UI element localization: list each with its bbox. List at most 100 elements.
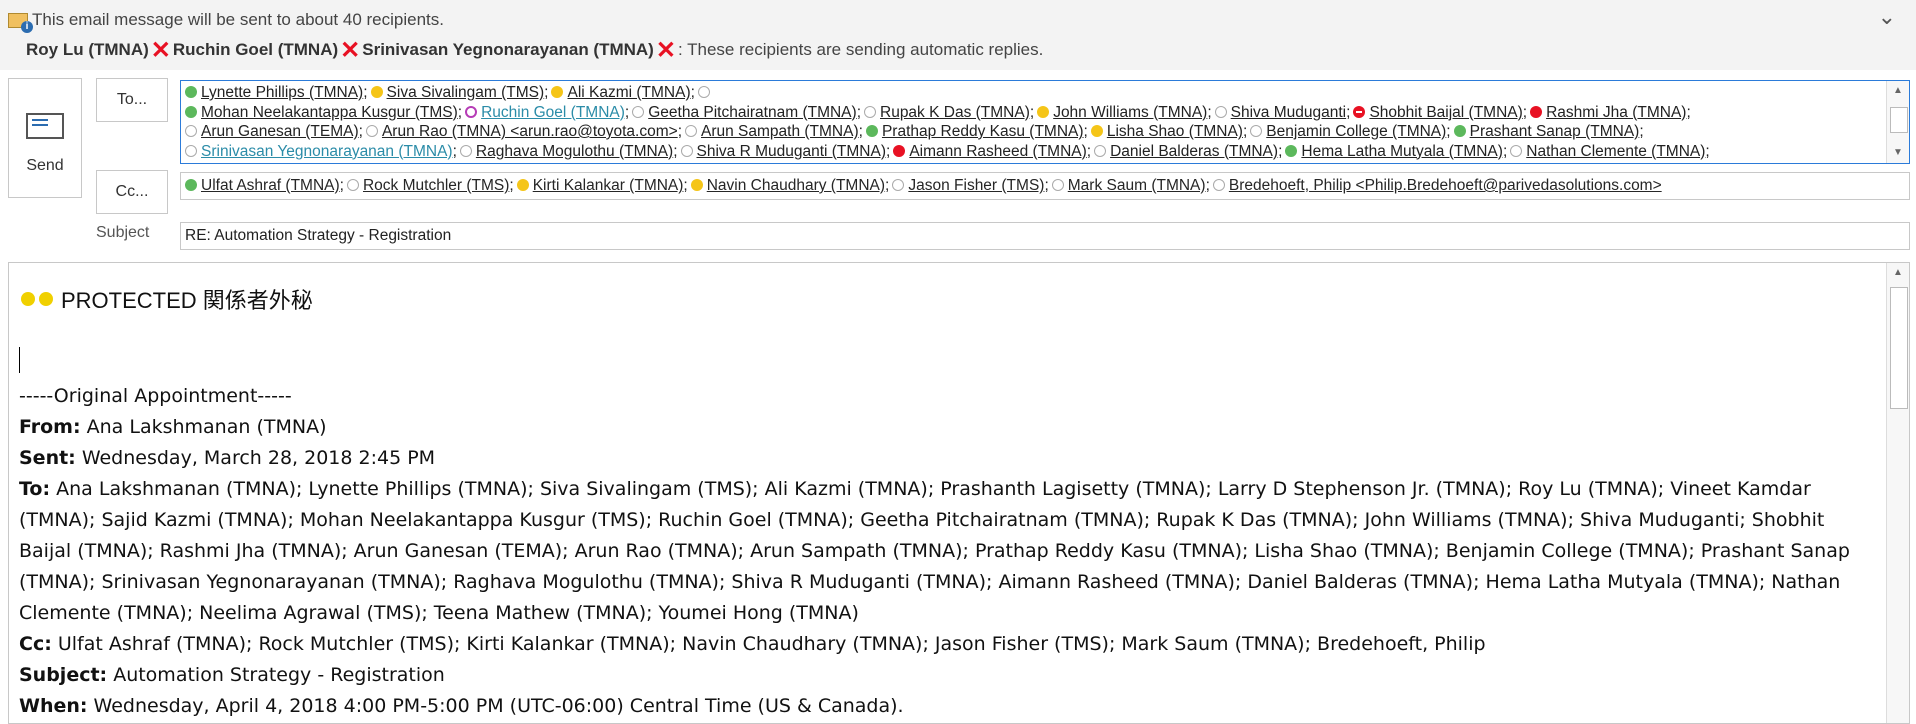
auto-reply-text: : These recipients are sending automatic… bbox=[677, 40, 1044, 59]
presence-offline-icon bbox=[1510, 144, 1523, 157]
recipient-chip[interactable]: Shiva Muduganti; bbox=[1214, 103, 1350, 123]
recipient-chip[interactable]: Ruchin Goel (TMNA); bbox=[465, 103, 629, 123]
recipient-name: Benjamin College (TMNA) bbox=[1266, 123, 1447, 140]
send-button[interactable]: Send bbox=[8, 78, 82, 198]
original-appointment: -----Original Appointment----- From: Ana… bbox=[19, 381, 1869, 722]
send-envelope-icon bbox=[26, 113, 64, 139]
to-field[interactable]: Lynette Phillips (TMNA); Siva Sivalingam … bbox=[180, 80, 1910, 164]
auto-reply-name[interactable]: Roy Lu (TMNA) bbox=[26, 40, 149, 60]
scroll-thumb[interactable] bbox=[1890, 287, 1908, 409]
recipient-chip[interactable]: Benjamin College (TMNA); bbox=[1250, 122, 1451, 142]
classification-text: PROTECTED 関係者外秘 bbox=[61, 288, 313, 313]
auto-reply-name[interactable]: Srinivasan Yegnonarayanan (TMNA) bbox=[362, 40, 654, 60]
recipient-name: Hema Latha Mutyala (TMNA) bbox=[1301, 142, 1503, 160]
presence-offline-icon bbox=[1212, 179, 1225, 191]
scroll-up-arrow-icon[interactable]: ▲ bbox=[1887, 263, 1909, 283]
recipient-chip[interactable]: Navin Chaudhary (TMNA); bbox=[690, 176, 889, 195]
presence-away-icon bbox=[1090, 125, 1103, 137]
recipient-chip[interactable]: Rock Mutchler (TMS); bbox=[346, 176, 514, 195]
presence-offline-icon bbox=[685, 125, 697, 137]
to-field-scrollbar[interactable]: ▲ ▼ bbox=[1886, 81, 1909, 163]
text-cursor bbox=[19, 347, 20, 373]
recipient-name: Siva Sivalingam (TMS) bbox=[386, 84, 545, 101]
auto-reply-name[interactable]: Ruchin Goel (TMNA) bbox=[173, 40, 338, 60]
subject-field[interactable]: RE: Automation Strategy - Registration bbox=[180, 222, 1910, 250]
recipient-name: Nathan Clemente (TMNA) bbox=[1526, 142, 1706, 160]
presence-available-icon bbox=[865, 125, 878, 137]
recipient-name: Shiva R Muduganti (TMNA) bbox=[696, 142, 887, 160]
body-scrollbar[interactable]: ▲ bbox=[1886, 263, 1909, 723]
presence-busy-icon bbox=[893, 144, 906, 157]
recipient-chip[interactable]: Aimann Rasheed (TMNA); bbox=[893, 142, 1091, 162]
scroll-up-arrow-icon[interactable]: ▲ bbox=[1887, 81, 1909, 101]
recipient-chip[interactable]: Rashmi Jha (TMNA); bbox=[1530, 103, 1691, 123]
recipient-name: Lisha Shao (TMNA) bbox=[1106, 123, 1243, 140]
cc-recipient-list: Ulfat Ashraf (TMNA); Rock Mutchler (TMS);… bbox=[185, 176, 1665, 195]
recipient-chip[interactable]: Prathap Reddy Kasu (TMNA); bbox=[865, 122, 1088, 142]
recipient-chip[interactable]: Arun Ganesan (TEMA); bbox=[185, 122, 363, 142]
recipient-name: Navin Chaudhary (TMNA) bbox=[706, 177, 886, 194]
recipient-chip[interactable]: Shobhit Baijal (TMNA); bbox=[1353, 103, 1527, 123]
recipient-chip[interactable]: Hema Latha Mutyala (TMNA); bbox=[1285, 142, 1507, 162]
to-recipient-list: Lynette Phillips (TMNA); Siva Sivalingam … bbox=[185, 83, 1877, 161]
recipient-chip[interactable]: Nathan Clemente (TMNA); bbox=[1510, 142, 1710, 162]
classification-dot-icon bbox=[21, 292, 35, 306]
recipient-chip[interactable]: Arun Sampath (TMNA); bbox=[685, 122, 863, 142]
recipient-name: Aimann Rasheed (TMNA) bbox=[909, 142, 1087, 160]
presence-available-icon bbox=[185, 105, 197, 118]
cc-field[interactable]: Ulfat Ashraf (TMNA); Rock Mutchler (TMS);… bbox=[180, 172, 1910, 200]
header-field-when: When: Wednesday, April 4, 2018 4:00 PM-5… bbox=[19, 695, 904, 717]
recipient-name: Srinivasan Yegnonarayanan (TMNA) bbox=[201, 142, 453, 160]
presence-offline-icon bbox=[892, 179, 905, 191]
message-body[interactable]: PROTECTED 関係者外秘 -----Original Appointmen… bbox=[8, 262, 1910, 724]
recipient-name: Rock Mutchler (TMS) bbox=[362, 177, 510, 194]
scroll-down-arrow-icon[interactable]: ▼ bbox=[1887, 143, 1909, 163]
recipient-chip[interactable]: John Williams (TMNA); bbox=[1037, 103, 1212, 123]
mail-tips-bar: i This email message will be sent to abo… bbox=[0, 0, 1916, 70]
presence-away-icon bbox=[516, 179, 529, 191]
recipient-chip[interactable]: Shiva R Muduganti (TMNA); bbox=[680, 142, 890, 162]
recipient-chip[interactable]: Ali Kazmi (TMNA); bbox=[551, 83, 695, 103]
recipient-name: Ali Kazmi (TMNA) bbox=[567, 84, 691, 101]
recipient-name: Arun Sampath (TMNA) bbox=[701, 123, 859, 140]
recipient-chip[interactable]: Lisha Shao (TMNA); bbox=[1090, 122, 1247, 142]
presence-offline-icon bbox=[185, 144, 197, 157]
presence-available-icon bbox=[1285, 144, 1298, 157]
presence-available-icon bbox=[1453, 125, 1466, 137]
cc-button[interactable]: Cc... bbox=[96, 170, 168, 214]
presence-away-icon bbox=[370, 86, 383, 98]
recipient-chip[interactable]: Mohan Neelakantappa Kusgur (TMS); bbox=[185, 103, 462, 123]
remove-recipient-icon[interactable]: ✕ bbox=[151, 38, 171, 62]
recipient-chip[interactable]: Lynette Phillips (TMNA); bbox=[185, 83, 368, 103]
remove-recipient-icon[interactable]: ✕ bbox=[656, 38, 676, 62]
recipient-chip[interactable]: Arun Rao (TMNA) <arun.rao@toyota.com>; bbox=[365, 122, 682, 142]
to-recipient-line: Srinivasan Yegnonarayanan (TMNA); Raghava… bbox=[185, 142, 1877, 162]
to-recipient-line: Lynette Phillips (TMNA); Siva Sivalingam … bbox=[185, 83, 1877, 103]
recipient-chip[interactable]: Kirti Kalankar (TMNA); bbox=[516, 176, 688, 195]
presence-dnd-icon bbox=[1353, 105, 1366, 118]
recipient-chip[interactable]: Geetha Pitchairatnam (TMNA); bbox=[632, 103, 861, 123]
recipient-chip[interactable]: Ulfat Ashraf (TMNA); bbox=[185, 176, 344, 195]
recipient-name: Jason Fisher (TMS) bbox=[908, 177, 1045, 194]
collapse-chevron-icon[interactable]: ⌄ bbox=[1878, 4, 1896, 30]
presence-available-icon bbox=[185, 179, 197, 191]
recipient-chip[interactable]: Rupak K Das (TMNA); bbox=[864, 103, 1034, 123]
presence-away-icon bbox=[1037, 105, 1050, 118]
to-button[interactable]: To... bbox=[96, 78, 168, 122]
recipient-chip[interactable]: Daniel Balderas (TMNA); bbox=[1094, 142, 1282, 162]
recipient-chip[interactable]: Jason Fisher (TMS); bbox=[892, 176, 1049, 195]
recipient-chip[interactable]: Siva Sivalingam (TMS); bbox=[370, 83, 548, 103]
scroll-thumb[interactable] bbox=[1890, 107, 1908, 133]
recipient-chip[interactable]: Bredehoeft, Philip <Philip.Bredehoeft@pa… bbox=[1212, 176, 1662, 195]
recipient-chip[interactable]: Prashant Sanap (TMNA); bbox=[1453, 122, 1644, 142]
auto-reply-tip: Roy Lu (TMNA) ✕ Ruchin Goel (TMNA) ✕ Sri… bbox=[26, 38, 1044, 62]
recipient-name: Geetha Pitchairatnam (TMNA) bbox=[648, 103, 857, 121]
presence-offline-icon bbox=[1250, 125, 1263, 137]
recipient-chip[interactable]: Raghava Mogulothu (TMNA); bbox=[459, 142, 678, 162]
recipient-chip[interactable]: Mark Saum (TMNA); bbox=[1051, 176, 1210, 195]
presence-away-icon bbox=[690, 179, 703, 191]
original-header: -----Original Appointment----- bbox=[19, 385, 292, 407]
presence-offline-icon bbox=[1214, 105, 1227, 118]
remove-recipient-icon[interactable]: ✕ bbox=[340, 38, 360, 62]
recipient-chip[interactable]: Srinivasan Yegnonarayanan (TMNA); bbox=[185, 142, 457, 162]
